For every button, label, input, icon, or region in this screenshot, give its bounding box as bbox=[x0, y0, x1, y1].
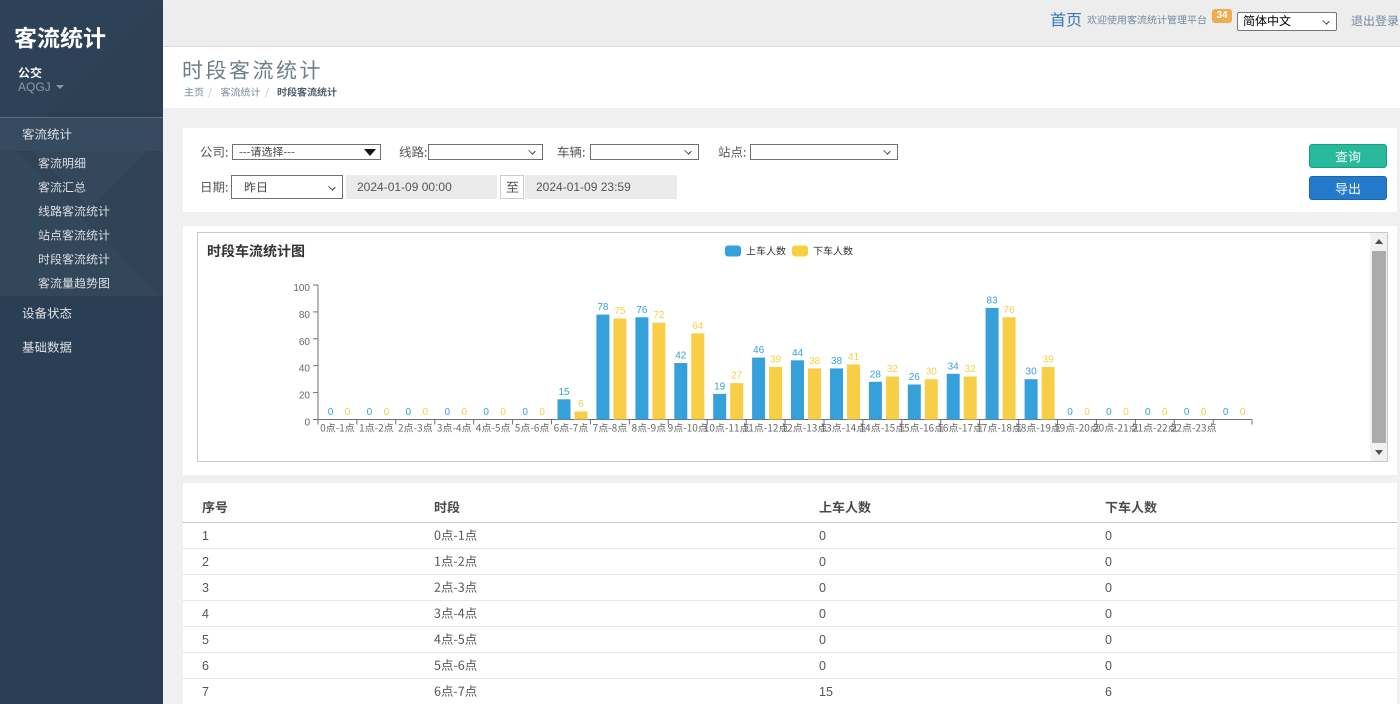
svg-text:32: 32 bbox=[887, 364, 899, 375]
svg-text:15: 15 bbox=[558, 387, 570, 398]
svg-text:30: 30 bbox=[926, 367, 938, 378]
svg-text:60: 60 bbox=[299, 337, 311, 348]
svg-text:78: 78 bbox=[597, 302, 609, 313]
svg-text:0: 0 bbox=[462, 407, 468, 418]
svg-text:39: 39 bbox=[770, 355, 782, 366]
svg-text:32: 32 bbox=[965, 364, 977, 375]
svg-text:0: 0 bbox=[1223, 407, 1229, 418]
svg-text:0: 0 bbox=[539, 407, 545, 418]
svg-text:41: 41 bbox=[848, 352, 860, 363]
svg-text:0: 0 bbox=[445, 407, 451, 418]
svg-text:64: 64 bbox=[692, 321, 704, 332]
svg-text:0: 0 bbox=[1184, 407, 1190, 418]
svg-text:0: 0 bbox=[1145, 407, 1151, 418]
svg-text:0: 0 bbox=[1201, 407, 1207, 418]
svg-text:44: 44 bbox=[792, 348, 804, 359]
svg-text:26: 26 bbox=[909, 372, 921, 383]
svg-text:46: 46 bbox=[753, 345, 765, 356]
svg-text:0: 0 bbox=[367, 407, 373, 418]
svg-text:42: 42 bbox=[675, 351, 687, 362]
svg-text:38: 38 bbox=[809, 356, 821, 367]
svg-text:28: 28 bbox=[870, 369, 882, 380]
svg-text:0: 0 bbox=[406, 407, 412, 418]
svg-text:0: 0 bbox=[304, 418, 310, 429]
svg-text:76: 76 bbox=[636, 305, 648, 316]
svg-text:100: 100 bbox=[293, 283, 310, 294]
svg-text:75: 75 bbox=[614, 306, 626, 317]
svg-text:34: 34 bbox=[948, 361, 960, 372]
svg-text:0: 0 bbox=[483, 407, 489, 418]
svg-text:76: 76 bbox=[1004, 305, 1016, 316]
svg-text:0: 0 bbox=[1240, 407, 1246, 418]
svg-text:80: 80 bbox=[299, 310, 311, 321]
svg-text:0: 0 bbox=[345, 407, 351, 418]
svg-text:0: 0 bbox=[500, 407, 506, 418]
svg-text:0: 0 bbox=[328, 407, 334, 418]
svg-text:83: 83 bbox=[987, 295, 999, 306]
svg-text:19: 19 bbox=[714, 381, 726, 392]
svg-text:0: 0 bbox=[423, 407, 429, 418]
svg-text:0: 0 bbox=[1123, 407, 1129, 418]
svg-text:0: 0 bbox=[522, 407, 528, 418]
svg-text:72: 72 bbox=[653, 310, 665, 321]
svg-text:20: 20 bbox=[299, 391, 311, 402]
svg-text:0: 0 bbox=[1106, 407, 1112, 418]
svg-text:0: 0 bbox=[1084, 407, 1090, 418]
svg-text:6: 6 bbox=[578, 399, 584, 410]
svg-text:0: 0 bbox=[384, 407, 390, 418]
svg-text:40: 40 bbox=[299, 364, 311, 375]
svg-text:39: 39 bbox=[1043, 355, 1055, 366]
svg-text:38: 38 bbox=[831, 356, 843, 367]
svg-text:27: 27 bbox=[731, 371, 743, 382]
svg-text:0: 0 bbox=[1162, 407, 1168, 418]
svg-text:0: 0 bbox=[1067, 407, 1073, 418]
svg-text:30: 30 bbox=[1026, 367, 1038, 378]
